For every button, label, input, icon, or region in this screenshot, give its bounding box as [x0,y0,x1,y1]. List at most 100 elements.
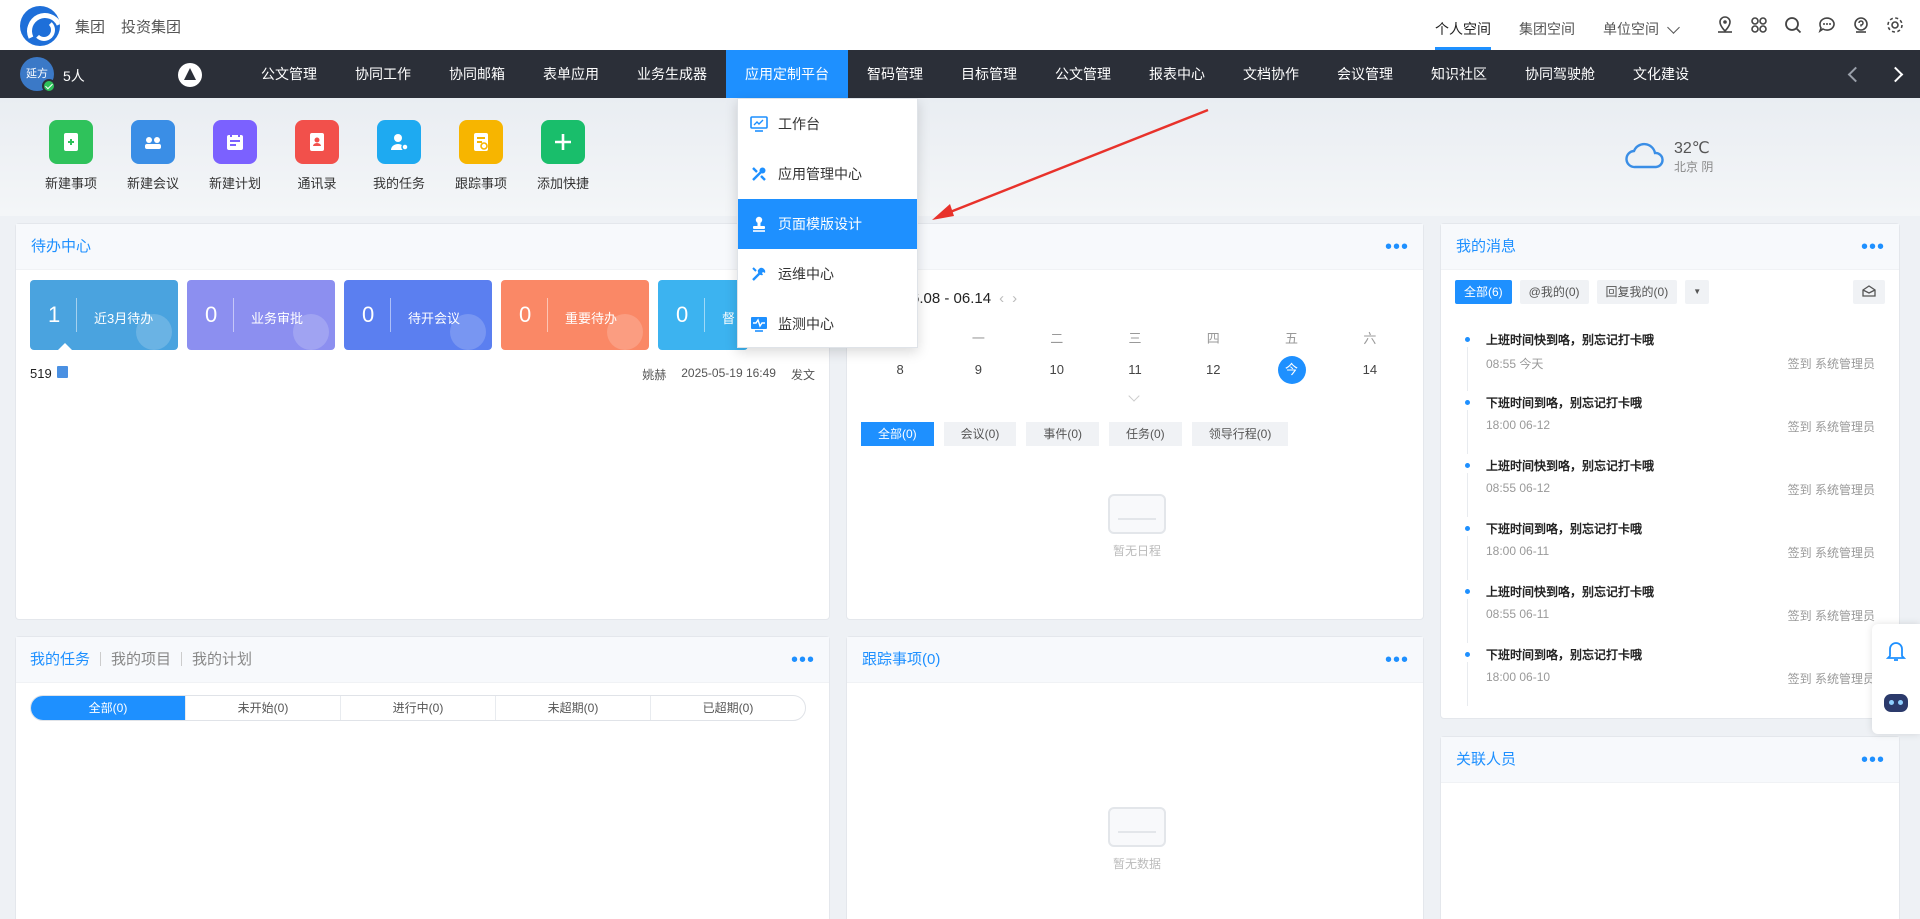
quick-contacts[interactable]: 通讯录 [282,120,352,192]
expand-chevron-icon[interactable] [1128,390,1140,402]
segment-overdue[interactable]: 已超期(0) [651,696,805,720]
menu-item-app-management[interactable]: 应用管理中心 [738,149,917,199]
filter-mentions[interactable]: @我的(0) [1519,280,1589,304]
apps-icon[interactable] [1748,14,1770,36]
nav-item[interactable]: 公文管理 [1036,50,1130,98]
messages-panel: 我的消息 ••• 全部(6) @我的(0) 回复我的(0) ▼ 上班时间快到咯，别… [1440,223,1900,719]
message-item[interactable]: 上班时间快到咯，别忘记打卡哦 08:55 今天 签到 系统管理员 [1455,331,1875,393]
org-secondary[interactable]: 投资集团 [121,16,181,37]
todo-row[interactable]: 519 姚赫 2025-05-19 16:49 发文 [30,366,815,383]
nav-prev-icon[interactable] [1844,64,1864,84]
filter-all[interactable]: 全部(0) [861,422,934,446]
panel-header: 我的任务 我的项目 我的计划 ••• [16,637,829,683]
quick-new-plan[interactable]: 新建计划 [200,120,270,192]
home-logo-icon[interactable] [178,63,202,87]
day-cell[interactable]: 14 [1331,356,1409,384]
filter-leader[interactable]: 领导行程(0) [1191,422,1289,446]
tab-my-projects[interactable]: 我的项目 [111,651,171,668]
avatar-text: 延方 [26,68,48,80]
nav-next-icon[interactable] [1884,64,1904,84]
more-icon[interactable]: ••• [1861,224,1885,270]
nav-item[interactable]: 表单应用 [524,50,618,98]
day-cell[interactable]: 10 [1018,356,1096,384]
tab-personal-space[interactable]: 个人空间 [1421,0,1505,50]
assistant-bot-icon[interactable] [1884,694,1908,712]
day-cell[interactable]: 8 [861,356,939,384]
day-cell[interactable]: 9 [939,356,1017,384]
segment-not-started[interactable]: 未开始(0) [186,696,341,720]
next-week-icon[interactable]: › [1012,290,1017,307]
message-item[interactable]: 上班时间快到咯，别忘记打卡哦 08:55 06-11 签到 系统管理员 [1455,583,1875,645]
nav-item[interactable]: 公文管理 [242,50,336,98]
quick-my-tasks[interactable]: 我的任务 [364,120,434,192]
menu-item-ops-center[interactable]: 运维中心 [738,249,917,299]
bell-icon[interactable] [1885,640,1907,665]
quick-track[interactable]: 跟踪事项 [446,120,516,192]
message-item[interactable]: 下班时间到咯，别忘记打卡哦 18:00 06-10 签到 系统管理员 [1455,646,1875,708]
nav-item[interactable]: 业务生成器 [618,50,726,98]
day-row: 8 9 10 11 12 今 14 [861,356,1409,384]
caret-down-icon[interactable]: ▼ [1685,280,1710,304]
menu-item-label: 运维中心 [778,266,834,282]
nav-item[interactable]: 报表中心 [1130,50,1224,98]
search-icon[interactable] [1782,14,1804,36]
tab-unit-space[interactable]: 单位空间 [1589,0,1692,50]
more-icon[interactable]: ••• [1861,737,1885,783]
company-logo[interactable] [20,6,60,46]
todo-card-meeting[interactable]: 0 待开会议 [344,280,492,350]
tab-my-tasks[interactable]: 我的任务 [30,651,90,668]
todo-card-recent[interactable]: 1 近3月待办 [30,280,178,350]
segment-in-progress[interactable]: 进行中(0) [341,696,496,720]
tab-group-space[interactable]: 集团空间 [1505,0,1589,50]
more-icon[interactable]: ••• [791,637,815,683]
quick-label: 通讯录 [297,176,337,191]
quick-add-shortcut[interactable]: 添加快捷 [528,120,598,192]
more-icon[interactable]: ••• [1385,637,1409,683]
location-icon[interactable] [1714,14,1736,36]
nav-item[interactable]: 文化建设 [1614,50,1708,98]
todo-card-approval[interactable]: 0 业务审批 [187,280,335,350]
segment-not-overdue[interactable]: 未超期(0) [496,696,651,720]
todo-card-important[interactable]: 0 重要待办 [501,280,649,350]
quick-new-item[interactable]: 新建事项 [36,120,106,192]
menu-item-workbench[interactable]: 工作台 [738,99,917,149]
gear-icon[interactable] [1884,14,1906,36]
nav-item[interactable]: 知识社区 [1412,50,1506,98]
filter-replies[interactable]: 回复我的(0) [1596,280,1678,304]
filter-task[interactable]: 任务(0) [1109,422,1182,446]
help-icon[interactable] [1850,14,1872,36]
weather-widget[interactable]: 32℃ 北京 阴 [1624,138,1713,175]
nav-item-app-platform[interactable]: 应用定制平台 [726,50,848,98]
org-primary[interactable]: 集团 [75,16,105,37]
nav-item[interactable]: 协同邮箱 [430,50,524,98]
day-cell-today[interactable]: 今 [1252,356,1330,384]
segment-all[interactable]: 全部(0) [31,696,186,720]
nav-item[interactable]: 智码管理 [848,50,942,98]
filter-all-messages[interactable]: 全部(6) [1455,280,1512,304]
message-source: 签到 系统管理员 [1787,546,1875,560]
day-cell[interactable]: 11 [1096,356,1174,384]
prev-week-icon[interactable]: ‹ [999,290,1004,307]
nav-item[interactable]: 协同工作 [336,50,430,98]
avatar[interactable]: 延方 [20,57,56,93]
mark-read-icon[interactable] [1853,280,1885,304]
nav-item[interactable]: 会议管理 [1318,50,1412,98]
filter-meeting[interactable]: 会议(0) [943,422,1017,446]
nav-item[interactable]: 协同驾驶舱 [1506,50,1614,98]
nav-item[interactable]: 目标管理 [942,50,1036,98]
more-icon[interactable]: ••• [1385,224,1409,270]
message-item[interactable]: 下班时间到咯，别忘记打卡哦 18:00 06-11 签到 系统管理员 [1455,520,1875,582]
day-cell[interactable]: 12 [1174,356,1252,384]
filter-event[interactable]: 事件(0) [1026,422,1100,446]
menu-item-page-template[interactable]: 页面模版设计 [738,199,917,249]
chat-icon[interactable] [1816,14,1838,36]
nav-item[interactable]: 文档协作 [1224,50,1318,98]
tab-my-plans[interactable]: 我的计划 [192,651,252,668]
space-tabs: 个人空间 集团空间 单位空间 [1421,0,1692,50]
message-item[interactable]: 上班时间快到咯，别忘记打卡哦 08:55 06-12 签到 系统管理员 [1455,457,1875,519]
people-count[interactable]: 5人 [63,66,85,86]
todo-card-supervise[interactable]: 0督 [658,280,748,350]
message-item[interactable]: 下班时间到咯，别忘记打卡哦 18:00 06-12 签到 系统管理员 [1455,394,1875,456]
quick-new-meeting[interactable]: 新建会议 [118,120,188,192]
menu-item-monitor-center[interactable]: 监测中心 [738,299,917,349]
